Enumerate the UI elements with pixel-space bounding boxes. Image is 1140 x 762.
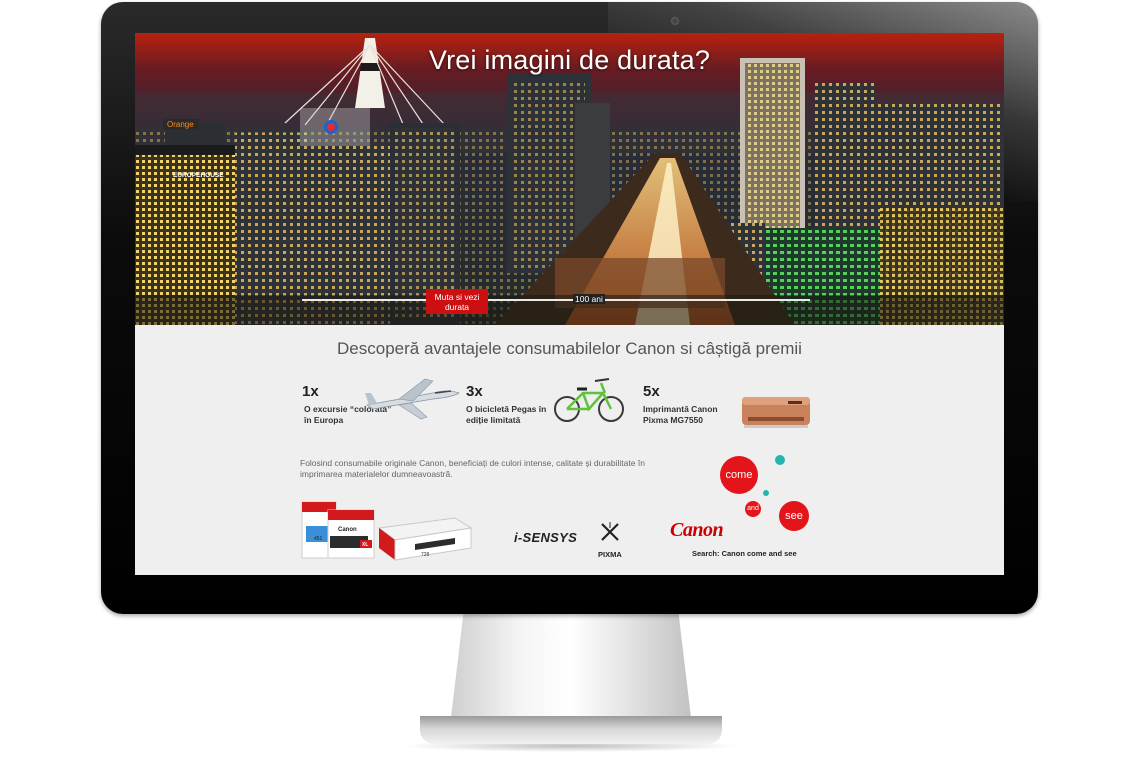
monitor-stand-base [420, 716, 722, 744]
promo-body-text: Folosind consumabile originale Canon, be… [300, 458, 645, 479]
teal-dot [763, 490, 769, 496]
come-word: come [725, 469, 753, 481]
and-word: and [747, 505, 759, 512]
pixma-x-icon [601, 522, 619, 541]
slider-handle-label: Muta si vezi durata [434, 292, 480, 312]
cartridge-model: 451 [314, 536, 323, 542]
timeline-slider-handle[interactable]: Muta si vezi durata [426, 289, 488, 314]
cartridge-xl: XL [362, 542, 368, 548]
hero-title: Vrei imagini de durata? [428, 45, 711, 75]
and-bubble: and [745, 501, 761, 517]
toner-box-icon: 728 [377, 517, 473, 561]
prize-item: 5x Imprimantă Canon Pixma MG7550 [643, 383, 738, 426]
monitor-stand [450, 612, 692, 722]
prize-description: O bicicletă Pegas în ediție limitată [466, 404, 547, 425]
promo-section: Descoperă avantajele consumabilelor Cano… [135, 325, 1004, 575]
monitor-mockup: Orange EUROPEHOUSE Vrei imagini de durat… [0, 0, 1140, 762]
printer-icon [742, 397, 810, 428]
teal-dot [775, 455, 785, 465]
promo-headline: Descoperă avantajele consumabilelor Cano… [337, 339, 802, 358]
camera-icon [671, 17, 679, 25]
isensys-logo: i-SENSYS [514, 530, 578, 545]
orange-sign: Orange [167, 120, 194, 129]
canon-logo[interactable]: Canon [670, 519, 724, 542]
prize-description: Imprimantă Canon Pixma MG7550 [643, 404, 718, 425]
pixma-logo: PIXMA [598, 550, 622, 559]
bicycle-icon [554, 378, 624, 422]
prize-quantity: 3x [466, 383, 483, 400]
see-word: see [785, 510, 803, 522]
search-hint: Search: Canon come and see [692, 549, 797, 558]
see-bubble: see [779, 501, 809, 531]
city-night-photo: Orange EUROPEHOUSE [135, 33, 1004, 325]
prize-item: 3x O bicicletă Pegas în ediție limitată [466, 383, 556, 426]
timeline-slider-track[interactable] [302, 299, 810, 301]
europehouse-sign: EUROPEHOUSE [173, 172, 224, 179]
web-page-screen: Orange EUROPEHOUSE Vrei imagini de durat… [135, 33, 1004, 575]
prize-quantity: 5x [643, 383, 660, 400]
toner-model: 728 [421, 552, 430, 558]
slider-end-label: 100 ani [573, 294, 605, 304]
airplane-icon [365, 378, 460, 420]
come-bubble: come [720, 456, 758, 494]
ink-cartridge-icon: Canon 451 XL [301, 501, 375, 559]
cartridge-brand: Canon [338, 527, 357, 533]
hero-banner: Orange EUROPEHOUSE Vrei imagini de durat… [135, 33, 1004, 325]
